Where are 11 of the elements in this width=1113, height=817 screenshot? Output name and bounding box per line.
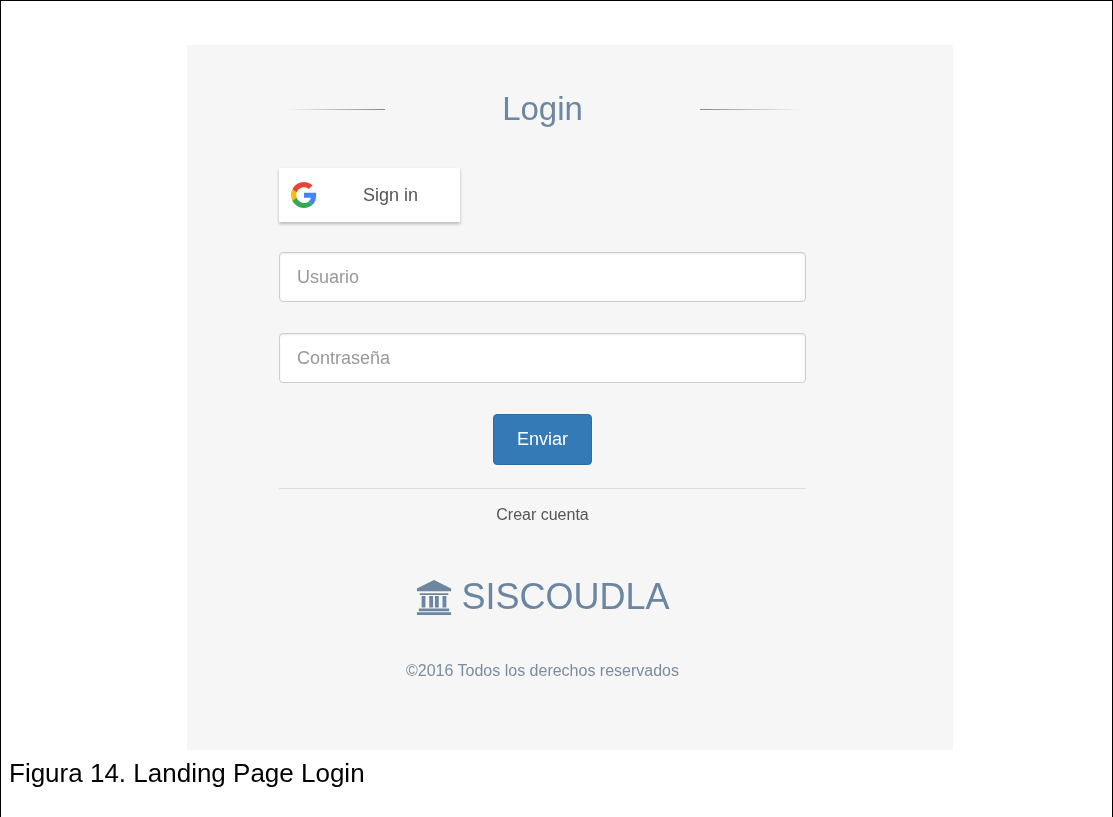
copyright-text: ©2016 Todos los derechos reservados: [406, 662, 679, 680]
google-sign-in-button[interactable]: Sign in: [279, 168, 460, 222]
brand-name: SISCOUDLA: [461, 576, 670, 618]
create-account-link[interactable]: Crear cuenta: [496, 506, 589, 524]
input-field[interactable]: Usuario: [279, 252, 806, 302]
bank-icon: [415, 578, 454, 616]
google-g-icon: [291, 182, 317, 208]
submit-button[interactable]: Enviar: [493, 414, 592, 465]
figure-caption: Figura 14. Landing Page Login: [9, 758, 366, 789]
login-title: Login: [502, 90, 583, 128]
input-field[interactable]: Contraseña: [279, 333, 806, 383]
